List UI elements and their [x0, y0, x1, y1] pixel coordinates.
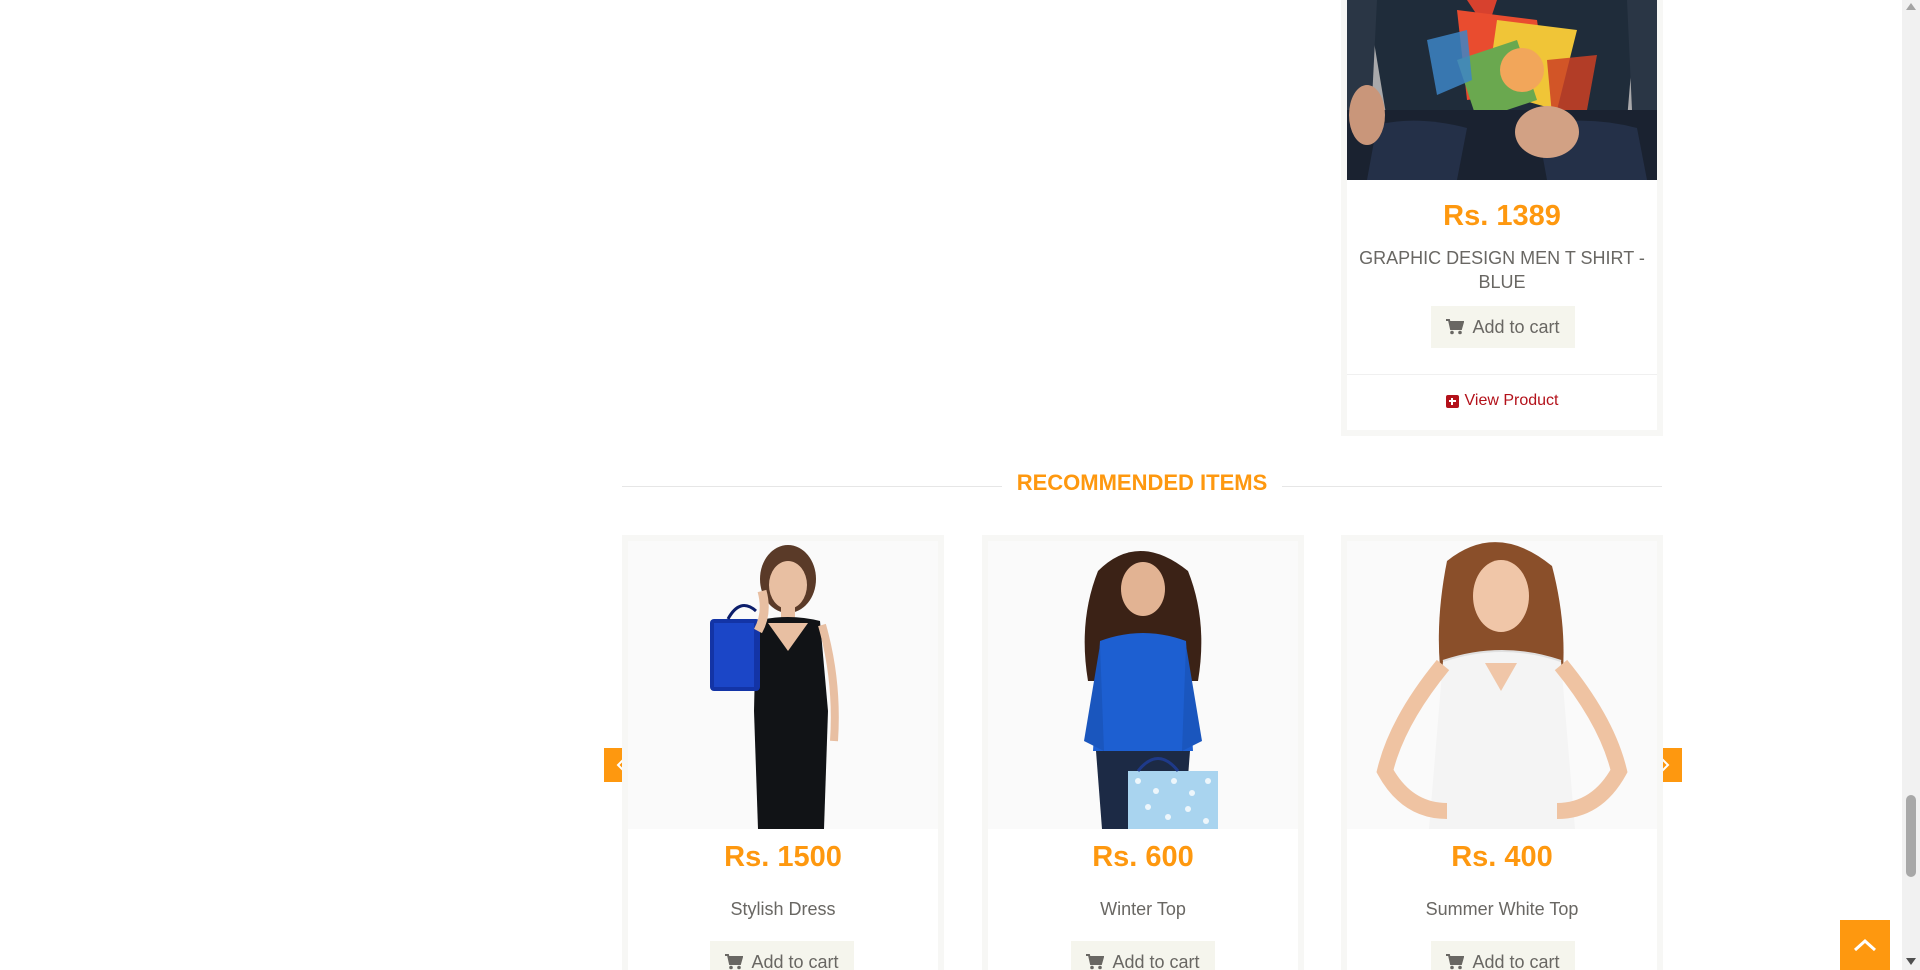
scrollbar-thumb[interactable] [1906, 795, 1916, 877]
product-price: Rs. 400 [1451, 841, 1553, 873]
card-divider [1347, 374, 1657, 375]
recommended-card-winter-top: Rs. 600 Winter Top Add to cart [982, 535, 1304, 970]
product-price: Rs. 1389 [1443, 200, 1561, 232]
add-to-cart-label: Add to cart [1472, 951, 1560, 970]
recommended-title: RECOMMENDED ITEMS [1002, 470, 1282, 495]
recommended-card-stylish-dress: Rs. 1500 Stylish Dress Add to cart [622, 535, 944, 970]
add-to-cart-button[interactable]: Add to cart [710, 941, 854, 970]
add-to-cart-button[interactable]: Add to cart [1431, 306, 1575, 348]
recommended-header: RECOMMENDED ITEMS [622, 468, 1662, 498]
page: Rs. 1389 GRAPHIC DESIGN MEN T SHIRT - BL… [0, 0, 1920, 970]
add-to-cart-label: Add to cart [1472, 316, 1560, 337]
add-to-cart-label: Add to cart [751, 951, 839, 970]
scroll-down-arrow-icon[interactable] [1906, 958, 1916, 965]
add-to-cart-label: Add to cart [1112, 951, 1200, 970]
view-product-link[interactable]: View Product [1347, 388, 1657, 414]
woman-dress-image [628, 541, 938, 829]
scroll-up-arrow-icon[interactable] [1906, 3, 1916, 10]
add-to-cart-button[interactable]: Add to cart [1431, 941, 1575, 970]
product-name: GRAPHIC DESIGN MEN T SHIRT - BLUE [1359, 248, 1645, 292]
product-name: Stylish Dress [730, 899, 836, 919]
product-price: Rs. 600 [1092, 841, 1194, 873]
vertical-scrollbar[interactable] [1902, 0, 1920, 970]
cart-icon [725, 954, 744, 970]
product-name: Summer White Top [1425, 899, 1579, 919]
woman-white-top-image [1347, 541, 1657, 829]
product-card-tshirt: Rs. 1389 GRAPHIC DESIGN MEN T SHIRT - BL… [1341, 0, 1663, 436]
man-tshirt-image [1347, 0, 1657, 180]
product-price: Rs. 1500 [724, 841, 842, 873]
chevron-up-icon [1853, 938, 1877, 952]
view-product-label: View Product [1464, 392, 1559, 409]
product-image-tshirt[interactable] [1347, 0, 1657, 180]
product-name: Winter Top [1100, 899, 1186, 919]
woman-blue-top-image [988, 541, 1298, 829]
product-image-dress[interactable] [628, 541, 938, 829]
cart-icon [1446, 954, 1465, 970]
add-to-cart-button[interactable]: Add to cart [1071, 941, 1215, 970]
cart-icon [1086, 954, 1105, 970]
recommended-card-summer-white-top: Rs. 400 Summer White Top Add to cart [1341, 535, 1663, 970]
scroll-to-top-button[interactable] [1840, 920, 1890, 970]
product-image-winter-top[interactable] [988, 541, 1298, 829]
plus-square-icon [1445, 394, 1459, 408]
product-image-summer-top[interactable] [1347, 541, 1657, 829]
cart-icon [1446, 319, 1465, 335]
